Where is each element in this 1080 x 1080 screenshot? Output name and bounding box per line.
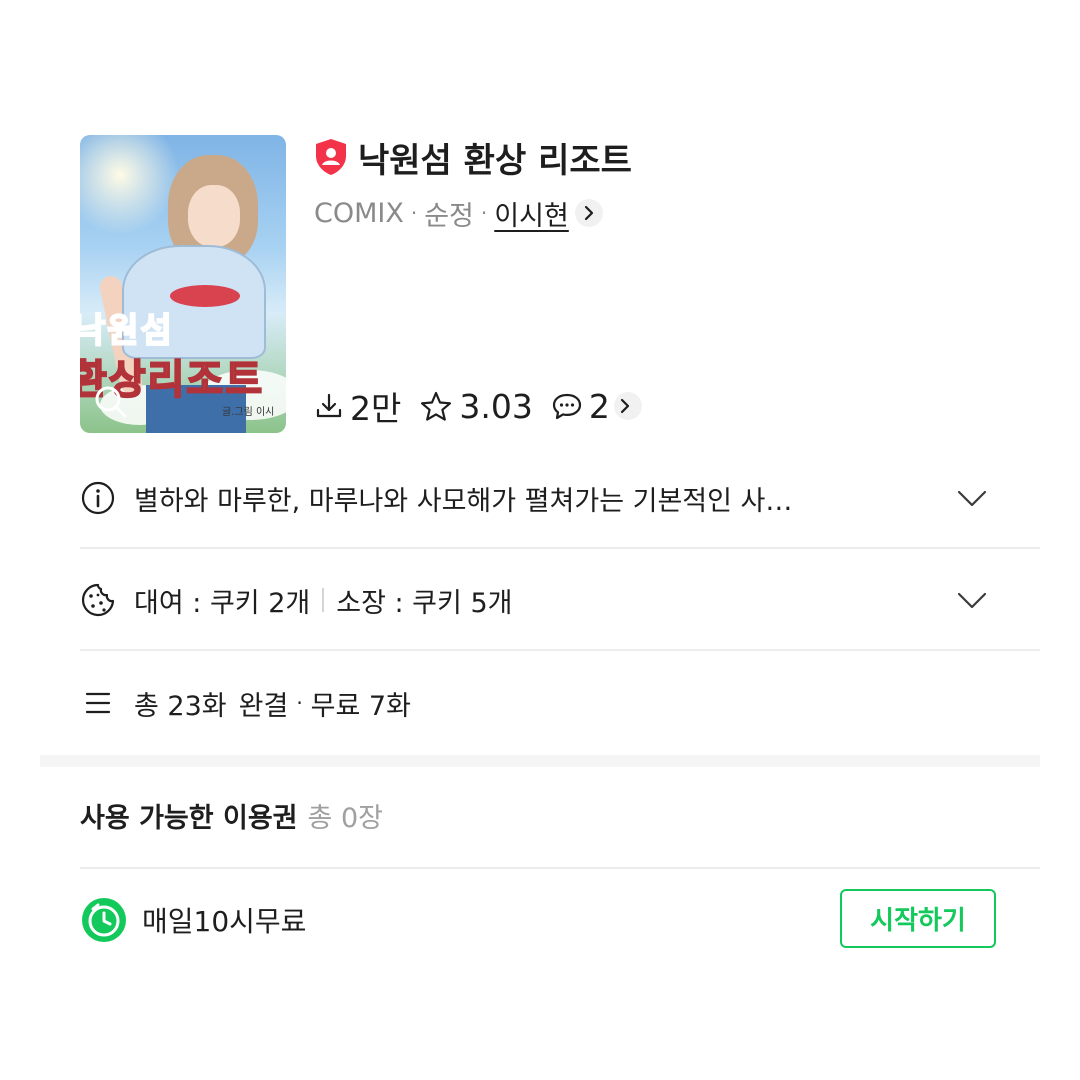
free-episodes: 무료 7화 (310, 690, 411, 722)
cover-title-line1: 낙원섬 (80, 310, 174, 352)
stats-row: 2만 3.03 2 (314, 382, 660, 430)
cover-figure-top (170, 285, 240, 307)
timer-icon (82, 898, 126, 942)
download-stat: 2만 (314, 382, 401, 430)
info-icon (80, 480, 116, 516)
description-text: 별하와 마루한, 마루나와 사모해가 펼쳐가는 기본적인 사… (134, 485, 793, 517)
voucher-header: 사용 가능한 이용권 총 0장 (80, 795, 383, 835)
episodes-separator: · (296, 691, 303, 715)
divider (80, 649, 1040, 651)
title-row: 낙원섬 환상 리조트 (314, 135, 632, 181)
meta-separator: · (410, 201, 418, 225)
cover-credit: 글.그림 이시 (222, 407, 275, 418)
comment-chevron-icon[interactable] (613, 392, 642, 420)
start-button[interactable]: 시작하기 (840, 889, 996, 948)
star-icon (421, 391, 452, 421)
series-title: 낙원섬 환상 리조트 (358, 140, 632, 181)
daily-free-label: 매일10시무료 (142, 905, 307, 938)
zoom-icon[interactable] (94, 385, 128, 419)
completion-status: 완결 (238, 690, 289, 722)
episodes-row[interactable]: 총 23화 완결 · 무료 7화 (80, 674, 1040, 732)
series-genre: 순정 (424, 200, 474, 232)
voucher-title: 사용 가능한 이용권 (80, 802, 298, 834)
comment-icon (552, 393, 581, 420)
rating-value: 3.03 (459, 386, 533, 426)
chevron-down-icon[interactable] (956, 486, 988, 510)
cover-sun (80, 135, 180, 235)
voucher-count: 총 0장 (307, 802, 383, 834)
adult-shield-icon (316, 139, 346, 175)
rent-price: 대여 : 쿠키 2개 (134, 587, 311, 619)
divider (80, 547, 1040, 549)
list-icon (80, 685, 116, 721)
comment-stat[interactable]: 2 (551, 387, 642, 426)
divider (80, 867, 1040, 869)
author-chevron-icon[interactable] (574, 199, 603, 227)
download-count: 2만 (350, 389, 402, 428)
series-category: COMIX (314, 197, 404, 229)
description-row[interactable]: 별하와 마루한, 마루나와 사모해가 펼쳐가는 기본적인 사… (80, 470, 1040, 526)
cookie-icon (80, 582, 116, 618)
meta-separator: · (480, 201, 488, 225)
series-meta: COMIX · 순정 · 이시현 (314, 194, 603, 232)
price-row[interactable]: 대여 : 쿠키 2개 소장 : 쿠키 5개 (80, 572, 1040, 628)
cover-figure-face (188, 185, 240, 247)
cover-thumbnail[interactable]: 낙원섬 환상리조트 글.그림 이시 (80, 135, 286, 433)
section-gap (40, 755, 1040, 767)
chevron-down-icon[interactable] (956, 588, 988, 612)
rating-stat: 3.03 (419, 386, 533, 426)
own-price: 소장 : 쿠키 5개 (336, 587, 513, 619)
daily-free-row: 매일10시무료 (80, 895, 306, 945)
author-link[interactable]: 이시현 (494, 194, 569, 233)
episode-total: 총 23화 (134, 690, 227, 722)
comment-count: 2 (588, 386, 610, 426)
download-icon (316, 393, 342, 418)
price-separator (322, 588, 325, 612)
